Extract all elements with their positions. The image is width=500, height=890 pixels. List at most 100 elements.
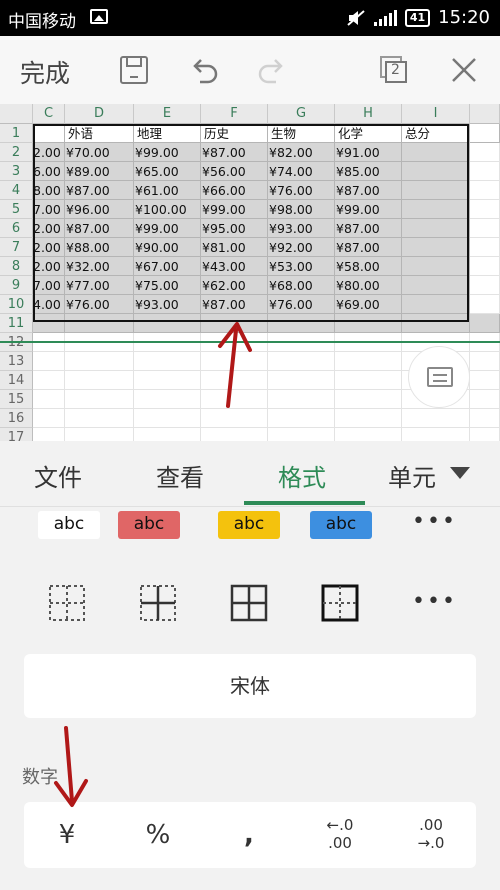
table-cell[interactable] [402,257,470,276]
table-cell[interactable]: 外语 [65,124,134,143]
table-cell[interactable] [268,314,335,333]
table-cell[interactable] [470,295,500,314]
column-header[interactable]: G [268,104,335,124]
save-icon[interactable] [118,54,150,86]
table-cell[interactable]: ¥87.00 [201,143,268,162]
spreadsheet-grid[interactable]: C D E F G H I 1 外语 地理 历史 生物 化学 总分 2 2.00 ¥70.00 ¥99.00 ¥87… [0,104,500,441]
table-cell[interactable]: ¥87.00 [335,219,402,238]
row-header[interactable]: 14 [0,371,33,390]
row-header[interactable]: 11 [0,314,33,333]
table-cell[interactable] [201,390,268,409]
table-cell[interactable]: ¥68.00 [268,276,335,295]
tab-view[interactable]: 查看 [156,458,204,493]
table-cell[interactable]: ¥87.00 [65,181,134,200]
table-cell[interactable] [402,162,470,181]
table-cell[interactable] [65,314,134,333]
table-cell[interactable]: 2.00 [33,219,65,238]
text-style-yellow[interactable]: abc [218,511,280,539]
table-cell[interactable]: ¥92.00 [268,238,335,257]
row-header[interactable]: 15 [0,390,33,409]
table-cell[interactable]: ¥70.00 [65,143,134,162]
tabs-dropdown-icon[interactable] [450,467,470,479]
percent-format-button[interactable]: % [123,802,193,868]
table-cell[interactable]: ¥87.00 [65,219,134,238]
table-cell[interactable] [402,428,470,441]
table-cell[interactable] [268,352,335,371]
table-cell[interactable]: ¥82.00 [268,143,335,162]
table-cell[interactable] [201,428,268,441]
close-icon[interactable] [448,54,480,86]
tab-file[interactable]: 文件 [34,458,82,493]
table-cell[interactable] [33,314,65,333]
done-button[interactable]: 完成 [20,54,70,90]
row-header[interactable]: 4 [0,181,33,200]
table-cell[interactable]: ¥53.00 [268,257,335,276]
table-cell[interactable] [402,238,470,257]
table-cell[interactable]: ¥76.00 [268,181,335,200]
table-cell[interactable]: 6.00 [33,162,65,181]
floating-menu-button[interactable] [408,346,470,408]
table-cell[interactable]: ¥32.00 [65,257,134,276]
table-cell[interactable]: ¥87.00 [335,238,402,257]
windows-button[interactable]: 2 [378,54,410,86]
table-cell[interactable]: ¥99.00 [134,143,201,162]
table-cell[interactable] [470,371,500,390]
text-style-plain[interactable]: abc [38,511,100,539]
table-cell[interactable]: ¥58.00 [335,257,402,276]
row-header[interactable]: 17 [0,428,33,441]
undo-icon[interactable] [188,54,220,86]
table-cell[interactable] [201,409,268,428]
table-cell[interactable]: 7.00 [33,200,65,219]
table-cell[interactable]: 2.00 [33,143,65,162]
table-cell[interactable]: ¥91.00 [335,143,402,162]
row-header[interactable]: 5 [0,200,33,219]
table-cell[interactable] [33,371,65,390]
font-selector[interactable]: 宋体 [24,654,476,718]
table-cell[interactable] [470,314,500,333]
table-cell[interactable]: ¥96.00 [65,200,134,219]
table-cell[interactable]: ¥87.00 [201,295,268,314]
row-header[interactable]: 16 [0,409,33,428]
table-cell[interactable] [335,371,402,390]
table-cell[interactable] [470,390,500,409]
table-cell[interactable] [268,428,335,441]
table-cell[interactable]: ¥85.00 [335,162,402,181]
table-cell[interactable]: ¥95.00 [201,219,268,238]
tab-cell[interactable]: 单元 [388,458,436,493]
table-cell[interactable] [470,162,500,181]
table-cell[interactable]: 总分 [402,124,470,143]
column-header[interactable]: E [134,104,201,124]
table-cell[interactable]: 2.00 [33,257,65,276]
table-cell[interactable] [33,124,65,143]
column-header-partial[interactable] [470,104,500,124]
increase-decimal-button[interactable]: ←.0 .00 [305,802,375,868]
table-cell[interactable]: ¥93.00 [134,295,201,314]
table-cell[interactable] [402,143,470,162]
table-cell[interactable] [65,428,134,441]
table-cell[interactable]: ¥99.00 [201,200,268,219]
decrease-decimal-button[interactable]: .00 →.0 [396,802,466,868]
table-cell[interactable]: ¥81.00 [201,238,268,257]
text-style-red[interactable]: abc [118,511,180,539]
table-cell[interactable] [201,371,268,390]
table-cell[interactable] [402,276,470,295]
table-cell[interactable] [33,352,65,371]
row-header[interactable]: 10 [0,295,33,314]
more-borders-button[interactable]: ••• [412,589,457,614]
table-cell[interactable]: ¥56.00 [201,162,268,181]
table-cell[interactable]: ¥76.00 [65,295,134,314]
table-cell[interactable] [470,238,500,257]
row-header[interactable]: 1 [0,124,33,143]
table-cell[interactable]: ¥65.00 [134,162,201,181]
table-cell[interactable] [470,409,500,428]
table-cell[interactable]: 4.00 [33,295,65,314]
table-cell[interactable]: 历史 [201,124,268,143]
table-cell[interactable] [33,428,65,441]
row-header[interactable]: 9 [0,276,33,295]
table-cell[interactable]: ¥89.00 [65,162,134,181]
row-header[interactable]: 8 [0,257,33,276]
thousands-separator-button[interactable]: , [214,802,284,868]
table-cell[interactable]: ¥99.00 [335,200,402,219]
table-cell[interactable] [134,314,201,333]
table-cell[interactable] [335,390,402,409]
